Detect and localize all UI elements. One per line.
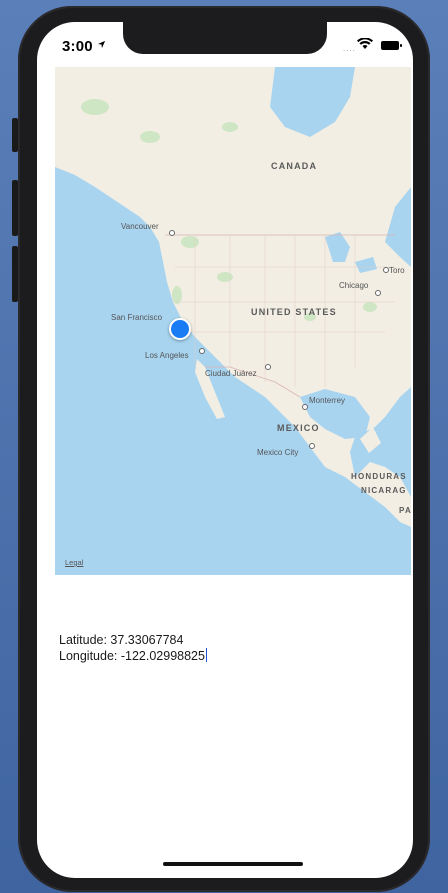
wifi-icon — [357, 38, 373, 49]
battery-icon — [381, 41, 402, 50]
city-marker-mexico-city — [309, 443, 315, 449]
home-indicator[interactable] — [163, 862, 303, 866]
map-label-san-francisco: San Francisco — [111, 313, 163, 322]
city-marker-chicago — [375, 290, 381, 296]
map-label-panama: PA — [399, 506, 411, 515]
phone-screen: 3:00 .... CANADA UNITED STATES MEXICO Va… — [37, 22, 413, 878]
map-label-vancouver: Vancouver — [121, 222, 159, 231]
map-label-toronto: Toro — [389, 266, 405, 275]
map-label-los-angeles: Los Angeles — [145, 351, 189, 360]
map-label-monterrey: Monterrey — [309, 396, 346, 405]
map-label-honduras: HONDURAS — [351, 472, 407, 481]
city-marker-monterrey — [302, 404, 308, 410]
city-marker-los-angeles — [199, 348, 205, 354]
map-label-mexico: MEXICO — [277, 423, 320, 433]
cellular-signal-icon: .... — [343, 44, 356, 53]
map-canvas — [55, 67, 411, 575]
longitude-text: Longitude: -122.02998825 — [59, 649, 205, 663]
map-label-united-states: UNITED STATES — [251, 307, 337, 317]
map-label-nicaragua: NICARAG — [361, 486, 407, 495]
text-cursor — [205, 648, 208, 662]
map-label-canada: CANADA — [271, 161, 318, 171]
status-bar: 3:00 .... — [37, 22, 413, 66]
city-marker-toronto — [383, 267, 389, 273]
map-label-ciudad-juarez: Ciudad Juárez — [205, 369, 257, 378]
notch — [123, 22, 327, 54]
map-view[interactable]: CANADA UNITED STATES MEXICO Vancouver Sa… — [55, 67, 411, 575]
latitude-text: Latitude: 37.33067784 — [59, 633, 184, 647]
map-label-mexico-city: Mexico City — [257, 448, 299, 457]
longitude-line: Longitude: -122.02998825 — [59, 648, 208, 664]
status-time: 3:00 — [62, 38, 93, 55]
location-arrow-icon — [97, 40, 106, 49]
map-label-chicago: Chicago — [339, 281, 369, 290]
user-location-marker[interactable] — [169, 318, 191, 340]
map-legal-link[interactable]: Legal — [65, 558, 83, 567]
city-marker-vancouver — [169, 230, 175, 236]
coordinates-text[interactable]: Latitude: 37.33067784 Longitude: -122.02… — [59, 633, 208, 664]
city-marker-ciudad-juarez — [265, 364, 271, 370]
